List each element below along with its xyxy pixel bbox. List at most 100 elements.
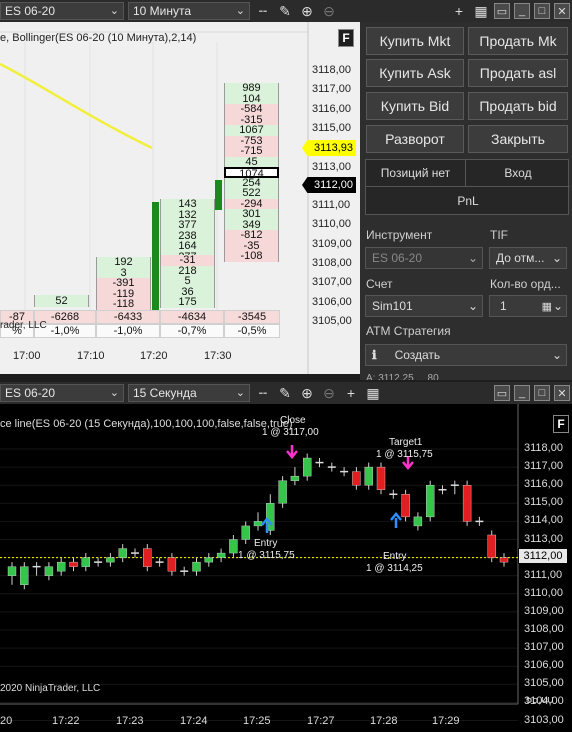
candle-body <box>81 557 91 567</box>
panel-instrument-select[interactable]: ES 06-20 ⌄ <box>365 247 483 269</box>
price-tick-label: 3108,00 <box>524 623 564 635</box>
settings-icon[interactable]: ▦ <box>364 384 382 402</box>
bar-type-icon[interactable]: ╌ <box>254 2 272 20</box>
target-annotation-title: Target1 <box>389 437 423 448</box>
ladder-cell: -812 <box>224 230 279 241</box>
candle-body <box>106 557 115 563</box>
ladder-cell: 5 <box>160 276 215 287</box>
time-tick-label: 17:27 <box>307 715 335 727</box>
ladder-cell: -31 <box>160 255 215 266</box>
chevron-down-icon: ⌄ <box>109 5 119 17</box>
price-tick-label: 3105,00 <box>524 677 564 690</box>
tif-label: TIF <box>490 228 508 242</box>
restore-icon[interactable]: ▭ <box>494 3 510 19</box>
ladder-cell: -584 <box>224 104 279 115</box>
price-tick-label: 3105,00 <box>312 314 352 327</box>
price-axis[interactable]: 3118,003117,003116,003115,003114,003113,… <box>310 22 360 374</box>
price-tick-label: 3103,00 <box>524 713 564 726</box>
buy-ask-button[interactable]: Купить Ask <box>366 59 464 87</box>
close-position-button[interactable]: Закрыть <box>468 125 568 153</box>
bar-type-icon[interactable]: ╌ <box>254 384 272 402</box>
interval-select-2[interactable]: 15 Секунда ⌄ <box>128 384 250 402</box>
instrument-select[interactable]: ES 06-20 ⌄ <box>0 2 124 20</box>
entry1-annotation-detail: 1 @ 3115,75 <box>238 550 295 561</box>
qty-input[interactable]: 1 ▦ ⌄ <box>489 295 567 317</box>
candle-body <box>44 566 54 576</box>
interval-select-value: 10 Минута <box>133 4 192 18</box>
price-tick-label: 3115,00 <box>524 496 563 509</box>
ladder-cell: 175 <box>160 297 215 308</box>
price-tick-label: 3116,00 <box>312 102 351 115</box>
close-icon[interactable]: ✕ <box>554 385 570 401</box>
pencil-icon[interactable]: ✎ <box>276 2 294 20</box>
candle-body <box>216 552 226 558</box>
minimize-icon[interactable]: _ <box>514 385 530 401</box>
tif-select[interactable]: До отм... ⌄ <box>489 247 567 269</box>
price-tick-label: 3106,00 <box>312 295 352 308</box>
maximize-icon[interactable]: □ <box>534 3 550 19</box>
time-tick-label: 17:00 <box>13 350 41 362</box>
time-tick-label: 17:25 <box>243 715 271 727</box>
time-tick-label: 17:28 <box>370 715 398 727</box>
qty-label: Кол-во орд... <box>490 277 561 291</box>
bottom-toolbar: ES 06-20 ⌄ 15 Секунда ⌄ ╌ ✎ ⊕ ⊖ + ▦ ▭ _ … <box>0 382 572 404</box>
candle-body <box>57 561 66 572</box>
calculator-icon[interactable]: ▦ <box>542 300 552 313</box>
settings-icon[interactable]: ▦ <box>472 2 490 20</box>
chevron-down-icon: ⌄ <box>551 348 562 362</box>
order-entry-panel: Купить Mkt Продать Mk Купить Ask Продать… <box>360 22 572 380</box>
cut-line: А: 3112,25 ... 80 <box>366 373 439 380</box>
price-tick-label: 3114,00 <box>524 514 563 527</box>
buy-bid-button[interactable]: Купить Bid <box>366 92 464 120</box>
entry-column: Вход <box>466 160 570 187</box>
pencil-icon[interactable]: ✎ <box>276 384 294 402</box>
price-tick-label: 3117,00 <box>524 460 563 473</box>
time-tick-label: 17:10 <box>77 350 105 362</box>
volume-bar <box>215 180 222 210</box>
interval-select[interactable]: 10 Минута ⌄ <box>128 2 250 20</box>
instrument-select-value: ES 06-20 <box>5 4 56 18</box>
price-tick-label: 3110,00 <box>312 218 351 231</box>
panel-instrument-value: ES 06-20 <box>372 251 423 265</box>
sell-bid-button[interactable]: Продать bid <box>468 92 568 120</box>
candlestick-chart[interactable]: ce line(ES 06-20 (15 Секунда),100,100,10… <box>0 404 572 732</box>
price-tick-label: 3115,00 <box>312 121 351 134</box>
candle-body <box>364 466 373 486</box>
account-value: Sim101 <box>372 299 413 313</box>
chevron-down-icon[interactable]: ⌄ <box>553 299 563 313</box>
account-label: Счет <box>366 277 393 291</box>
candle-body <box>462 484 472 522</box>
instrument-select-2[interactable]: ES 06-20 ⌄ <box>0 384 124 402</box>
restore-icon[interactable]: ▭ <box>494 385 510 401</box>
sell-ask-button[interactable]: Продать asl <box>468 59 568 87</box>
atm-label: ATM Стратегия <box>366 324 451 338</box>
zoom-in-icon[interactable]: ⊕ <box>298 2 316 20</box>
buy-mkt-button[interactable]: Купить Mkt <box>366 27 464 55</box>
crosshair-icon[interactable]: + <box>450 2 468 20</box>
candle-body <box>401 494 410 518</box>
price-tick-label: 3113,00 <box>524 532 563 545</box>
position-status: Позиций нет <box>366 160 466 187</box>
price-tick-label: 3113,00 <box>312 160 351 173</box>
volume-column-2: 143132377238164277 <box>160 199 215 262</box>
zoom-out-icon[interactable]: ⊖ <box>320 2 338 20</box>
copyright: rader, LLC <box>0 320 47 331</box>
account-select[interactable]: Sim101 ⌄ <box>365 295 483 317</box>
ladder-cell: 192 <box>96 257 151 268</box>
order-flow-chart[interactable]: e, Bollinger(ES 06-20 (10 Минута),2,14) … <box>0 22 360 374</box>
maximize-icon[interactable]: □ <box>534 385 550 401</box>
close-icon[interactable]: ✕ <box>554 3 570 19</box>
sell-mkt-button[interactable]: Продать Mk <box>468 27 568 55</box>
ladder-cell: -108 <box>224 251 279 262</box>
crosshair-icon[interactable]: + <box>342 384 360 402</box>
minimize-icon[interactable]: _ <box>514 3 530 19</box>
zoom-in-icon[interactable]: ⊕ <box>298 384 316 402</box>
ladder-cell: 522 <box>224 188 279 199</box>
target-annotation-detail: 1 @ 3115,75 <box>376 449 433 460</box>
atm-select[interactable]: ℹ Создать ⌄ <box>365 344 567 366</box>
reverse-button[interactable]: Разворот <box>366 125 464 153</box>
candle-body <box>118 548 127 558</box>
zoom-out-icon[interactable]: ⊖ <box>320 384 338 402</box>
price-tick-label: 3117,00 <box>312 83 351 96</box>
entry2-annotation-title: Entry <box>383 551 407 562</box>
